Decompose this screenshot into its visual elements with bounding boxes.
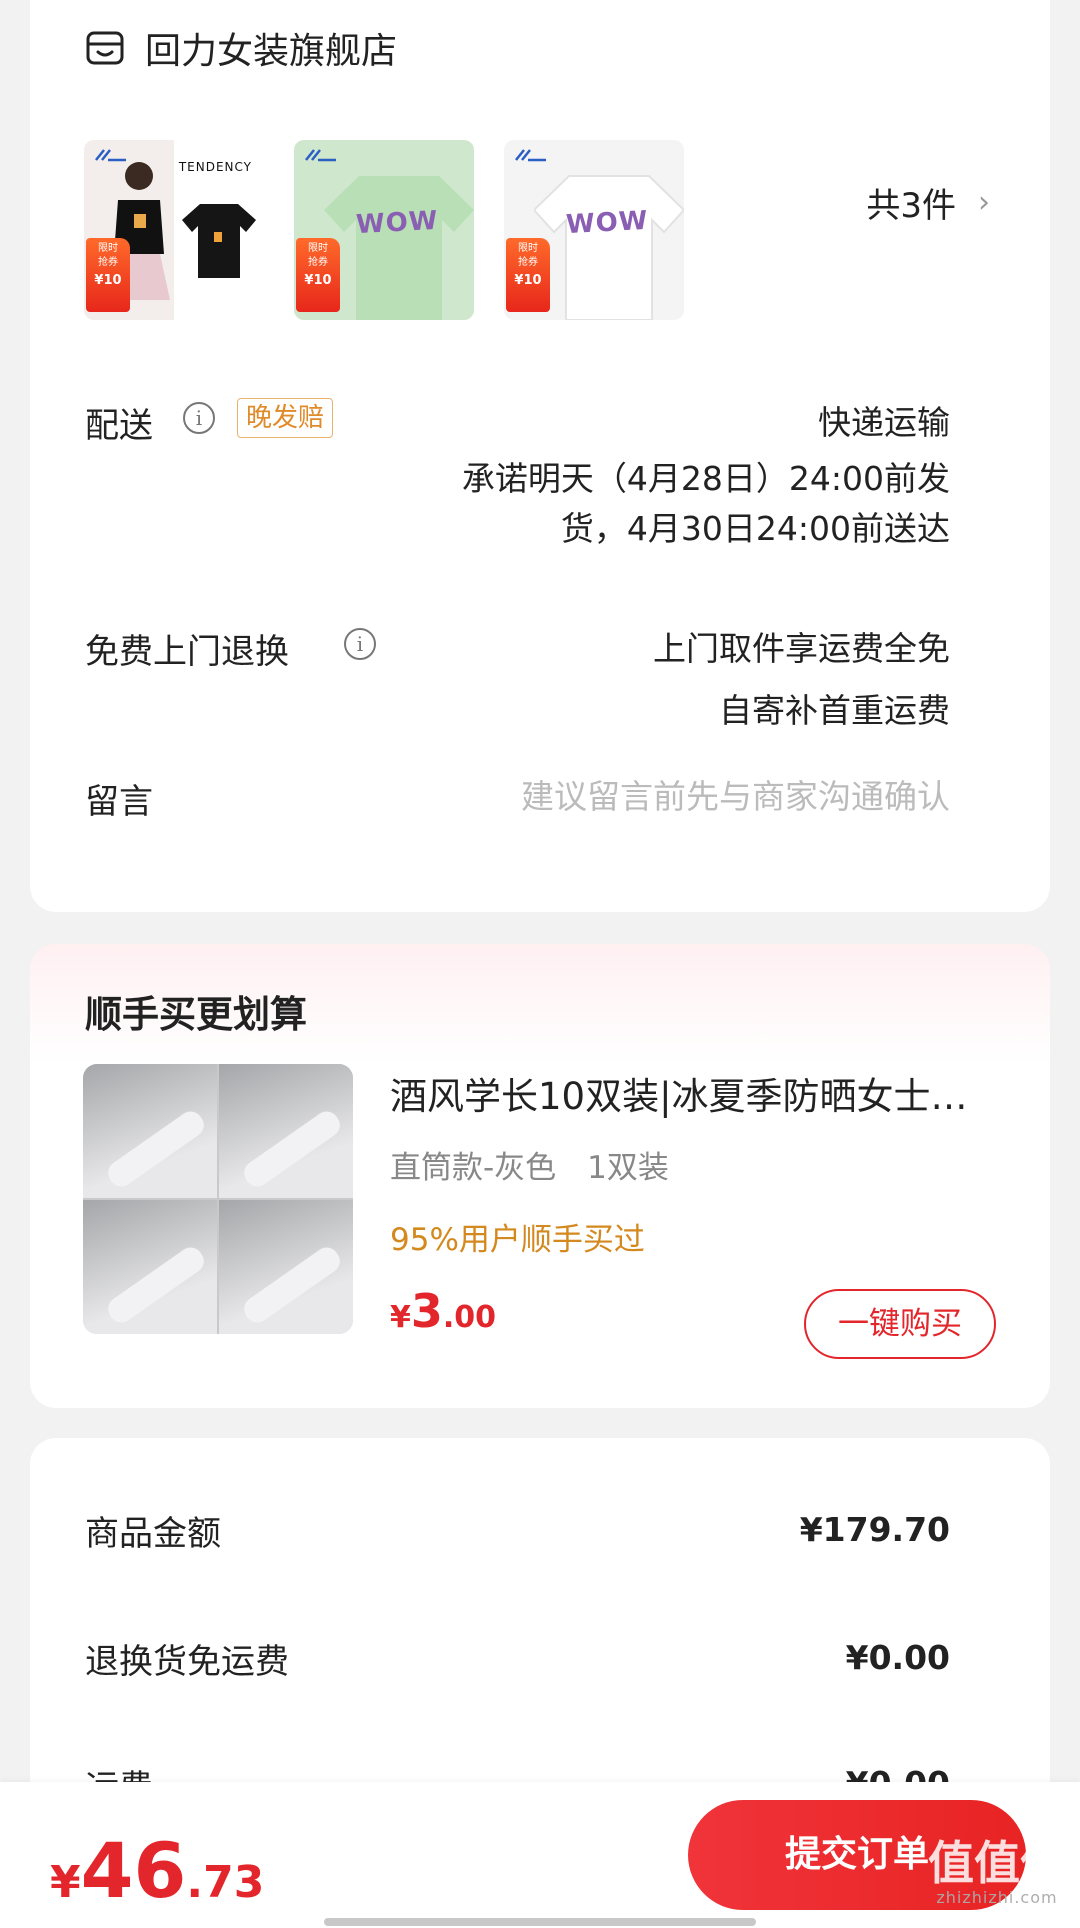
checkout-bar: ¥46.73 提交订单 — [0, 1782, 1080, 1928]
shop-order-card: 回力女装旗舰店 TENDENCY 限时 抢券 ¥10 WOW 限时 抢券 ¥10… — [30, 0, 1050, 912]
one-click-buy-button[interactable]: 一键购买 — [804, 1289, 996, 1359]
upsell-card: 顺手买更划算 酒风学长10双装|冰夏季防晒女士冰丝袖套 直筒款-灰色 1双装 9… — [30, 944, 1050, 1408]
summary-label: 商品金额 — [85, 1514, 221, 1554]
info-icon[interactable]: i — [344, 628, 376, 660]
upsell-title: 顺手买更划算 — [85, 993, 307, 1036]
price-decimal: .00 — [442, 1300, 497, 1335]
promo-tag-line: 抢券 — [308, 257, 328, 268]
promo-tag: 限时 抢券 ¥10 — [86, 238, 130, 312]
upsell-product-image[interactable] — [83, 1064, 353, 1334]
promo-tag-price: ¥10 — [514, 273, 542, 288]
chevron-right-icon: › — [978, 185, 990, 220]
watermark: 值值值 zhizhizhi.com — [922, 1838, 1072, 1908]
promo-tag-line: 限时 — [518, 243, 538, 254]
upsell-product-name[interactable]: 酒风学长10双装|冰夏季防晒女士冰丝袖套 — [390, 1066, 1000, 1120]
product-thumbnail[interactable]: WOW 限时 抢券 ¥10 — [504, 140, 684, 320]
watermark-url: zhizhizhi.com — [936, 1888, 1058, 1907]
summary-value: ¥179.70 — [799, 1510, 950, 1549]
upsell-product-spec[interactable]: 直筒款-灰色 1双装 — [390, 1142, 669, 1187]
free-return-label: 免费上门退换 — [85, 632, 289, 672]
info-icon[interactable]: i — [183, 402, 215, 434]
upsell-price: ¥3.00 — [390, 1284, 496, 1338]
delivery-label: 配送 — [85, 406, 153, 446]
product-text: WOW — [355, 205, 440, 241]
total-currency: ¥ — [50, 1857, 81, 1908]
product-thumbnail[interactable]: WOW 限时 抢券 ¥10 — [294, 140, 474, 320]
delivery-promise-line2: 货，4月30日24:00前送达 — [560, 509, 950, 548]
promo-tag-line: 抢券 — [518, 257, 538, 268]
shop-name: 回力女装旗舰店 — [145, 31, 398, 72]
upsell-social-proof: 95%用户顺手买过 — [390, 1222, 645, 1258]
price-currency: ¥ — [390, 1300, 411, 1335]
product-thumbnails[interactable]: TENDENCY 限时 抢券 ¥10 WOW 限时 抢券 ¥10 WOW 限时 … — [84, 140, 684, 320]
item-count: 共3件 — [866, 186, 956, 226]
memo-input[interactable]: 建议留言前先与商家沟通确认 — [521, 770, 950, 818]
memo-label: 留言 — [85, 782, 153, 822]
summary-label: 退换货免运费 — [85, 1642, 289, 1682]
total-integer: 46 — [80, 1826, 187, 1915]
home-indicator[interactable] — [324, 1918, 756, 1926]
shop-icon — [86, 31, 124, 65]
promo-tag-price: ¥10 — [304, 273, 332, 288]
tshirt-icon — [182, 204, 256, 278]
delivery-promise-line1: 承诺明天（4月28日）24:00前发 — [461, 459, 950, 498]
price-integer: 3 — [410, 1284, 443, 1338]
brand-logo-icon — [305, 149, 336, 162]
tshirt-icon — [324, 176, 474, 320]
promo-tag: 限时 抢券 ¥10 — [296, 238, 340, 312]
watermark-logo: 值值值 — [928, 1836, 1066, 1890]
total-decimal: .73 — [186, 1857, 265, 1908]
summary-value: ¥0.00 — [845, 1638, 950, 1677]
free-return-value-line2: 自寄补首重运费 — [719, 691, 950, 730]
promo-tag: 限时 抢券 ¥10 — [506, 238, 550, 312]
promo-tag-line: 限时 — [308, 243, 328, 254]
item-count-link[interactable]: 共3件 › — [866, 178, 990, 227]
order-total: ¥46.73 — [50, 1826, 264, 1915]
product-thumbnail[interactable]: TENDENCY 限时 抢券 ¥10 — [84, 140, 264, 320]
late-compensation-badge: 晚发赔 — [237, 398, 334, 438]
free-return-value-line1: 上门取件享运费全免 — [653, 629, 950, 668]
product-text: WOW — [565, 205, 650, 241]
promo-tag-line: 限时 — [98, 243, 118, 254]
delivery-method: 快递运输 — [818, 403, 950, 442]
brand-logo-icon — [515, 149, 546, 162]
product-text: TENDENCY — [178, 160, 252, 174]
shop-header[interactable]: 回力女装旗舰店 — [85, 22, 397, 74]
promo-tag-line: 抢券 — [98, 257, 118, 268]
promo-tag-price: ¥10 — [94, 273, 122, 288]
tshirt-icon — [534, 175, 684, 320]
